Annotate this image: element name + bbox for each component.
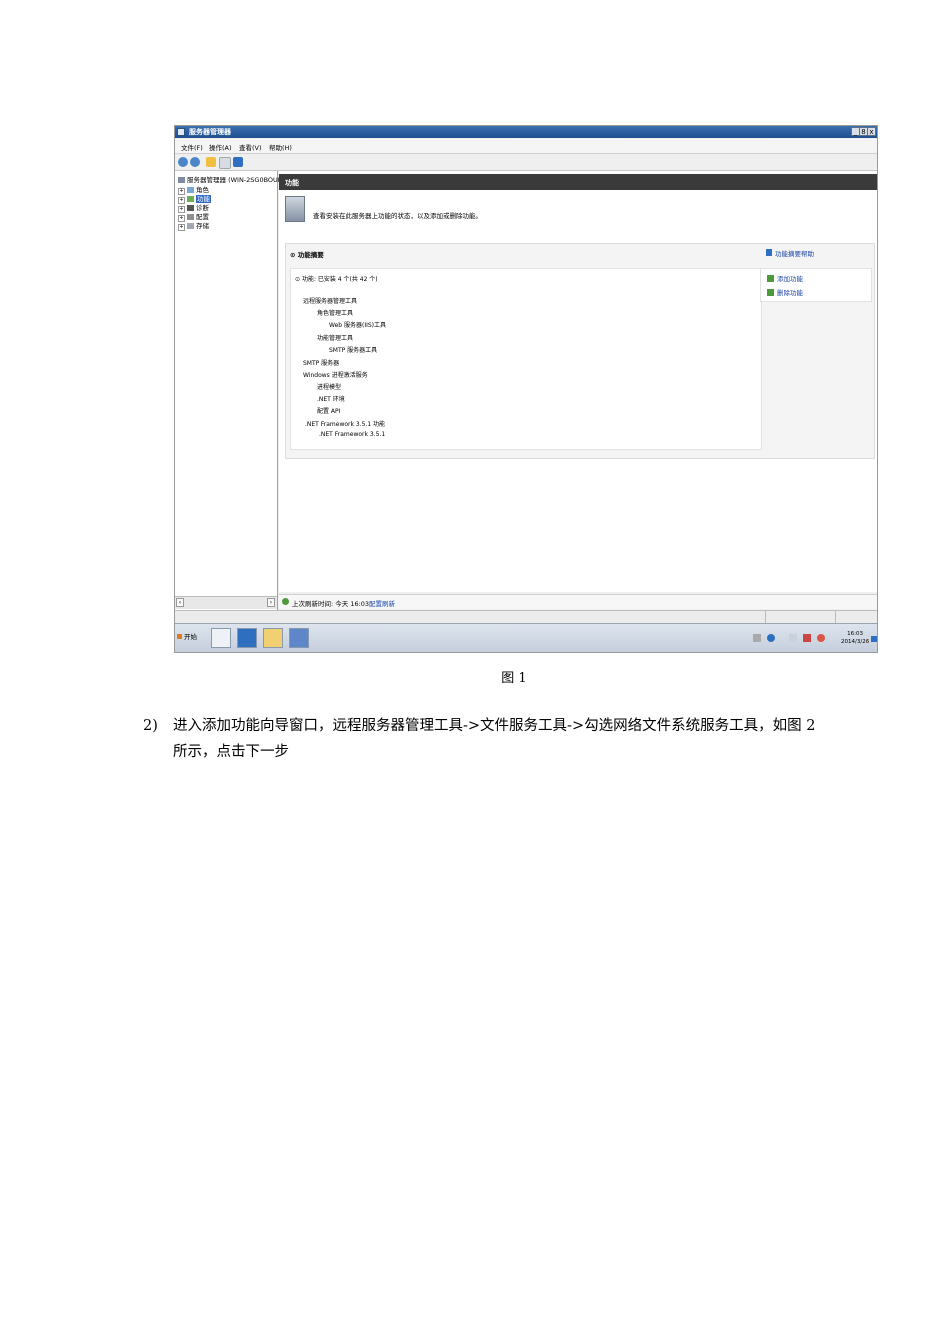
show-hide-tree-icon[interactable] [219, 157, 231, 169]
features-large-icon [285, 196, 305, 222]
server-icon [178, 177, 185, 183]
content-header: 功能 [279, 174, 877, 190]
menu-action[interactable]: 操作(A) [209, 142, 232, 152]
taskbar: 开始 16:03 2014/3/26 [175, 623, 877, 652]
summary-title[interactable]: ⊙ 功能摘要 [290, 249, 324, 259]
add-features-link[interactable]: 添加功能 [767, 273, 803, 283]
menu-bar: 文件(F) 操作(A) 查看(V) 帮助(H) [175, 139, 877, 154]
content-description: 查看安装在此服务器上功能的状态，以及添加或删除功能。 [313, 212, 482, 220]
summary-help-link[interactable]: 功能摘要帮助 [766, 248, 814, 258]
list-item: 远程服务器管理工具 [303, 298, 358, 305]
menu-help[interactable]: 帮助(H) [269, 142, 292, 152]
remove-feature-icon [767, 289, 774, 296]
content-pane: 功能 查看安装在此服务器上功能的状态，以及添加或删除功能。 ⊙ 功能摘要 功能摘… [279, 171, 877, 592]
server-manager-icon [177, 128, 185, 136]
taskbar-server-manager[interactable] [211, 628, 231, 648]
toolbar [175, 154, 877, 171]
server-manager-screenshot: 服务器管理器 _ 8 x 文件(F) 操作(A) 查看(V) 帮助(H) 服务器… [174, 125, 878, 653]
show-desktop-icon[interactable] [871, 636, 877, 642]
title-bar: 服务器管理器 _ 8 x [175, 126, 877, 138]
forward-arrow-icon[interactable] [190, 157, 200, 167]
list-item: 功能管理工具 [317, 335, 354, 342]
refresh-icon[interactable] [282, 598, 289, 605]
list-item: Windows 进程激活服务 [303, 372, 368, 379]
list-item: Web 服务器(IIS)工具 [329, 322, 387, 329]
taskbar-word[interactable] [289, 628, 309, 648]
features-summary-panel: ⊙ 功能摘要 功能摘要帮助 ⊙ 功能: 已安装 4 个(共 42 个) 远程服务… [285, 243, 875, 459]
scroll-right-arrow-icon[interactable]: › [267, 598, 275, 607]
expand-icon[interactable]: + [178, 224, 185, 231]
close-button[interactable]: x [867, 127, 876, 136]
help-icon[interactable] [767, 634, 775, 642]
taskbar-clock[interactable]: 16:03 2014/3/26 [841, 630, 869, 646]
start-icon [177, 634, 182, 639]
taskbar-powershell[interactable] [237, 628, 257, 648]
up-folder-icon[interactable] [206, 157, 216, 167]
list-item: .NET Framework 3.5.1 [319, 431, 386, 438]
list-item: .NET Framework 3.5.1 功能 [305, 421, 386, 428]
help-icon [766, 249, 772, 256]
features-list: ⊙ 功能: 已安装 4 个(共 42 个) 远程服务器管理工具 角色管理工具 W… [290, 268, 762, 450]
scroll-left-arrow-icon[interactable]: ‹ [176, 598, 184, 607]
refresh-bar: 上次刷新时间: 今天 16:03 配置刷新 [279, 594, 877, 609]
storage-icon [187, 223, 194, 229]
tree-horizontal-scrollbar[interactable]: ‹ › [175, 596, 277, 609]
list-item: 进程模型 [317, 384, 342, 391]
menu-file[interactable]: 文件(F) [181, 142, 203, 152]
window-title: 服务器管理器 [189, 128, 231, 136]
flag-icon[interactable] [789, 634, 797, 642]
remove-features-link[interactable]: 删除功能 [767, 287, 803, 297]
installed-count[interactable]: ⊙ 功能: 已安装 4 个(共 42 个) [295, 274, 378, 283]
step-number: 2) [143, 718, 158, 734]
figure-caption: 图 1 [501, 671, 527, 686]
menu-view[interactable]: 查看(V) [239, 142, 262, 152]
taskbar-explorer[interactable] [263, 628, 283, 648]
back-arrow-icon[interactable] [178, 157, 188, 167]
list-item: .NET 环境 [317, 396, 345, 403]
add-feature-icon [767, 275, 774, 282]
list-item: 配置 API [317, 408, 341, 415]
list-item: SMTP 服务器工具 [329, 347, 378, 354]
navigation-tree: 服务器管理器 (WIN-2SG0BOUBA + 角色 + 功能 + 诊断 + 配置 + 存… [175, 171, 287, 611]
security-icon[interactable] [803, 634, 811, 642]
list-item: 角色管理工具 [317, 310, 354, 317]
features-actions: 添加功能 删除功能 [760, 268, 872, 302]
start-button[interactable]: 开始 [177, 631, 197, 641]
help-icon[interactable] [233, 157, 243, 167]
tree-root[interactable]: 服务器管理器 (WIN-2SG0BOUBA [178, 174, 287, 184]
step-text: 进入添加功能向导窗口，远程服务器管理工具->文件服务工具->勾选网络文件系统服务… [173, 718, 816, 760]
last-refresh-text: 上次刷新时间: 今天 16:03 [292, 600, 370, 608]
volume-icon[interactable] [817, 634, 825, 642]
list-item: SMTP 服务器 [303, 360, 340, 367]
configure-refresh-link[interactable]: 配置刷新 [369, 598, 395, 608]
system-tray: 16:03 2014/3/26 [753, 628, 877, 650]
tree-item-storage[interactable]: + 存储 [178, 220, 209, 231]
status-bar [175, 610, 877, 623]
network-icon[interactable] [753, 634, 761, 642]
